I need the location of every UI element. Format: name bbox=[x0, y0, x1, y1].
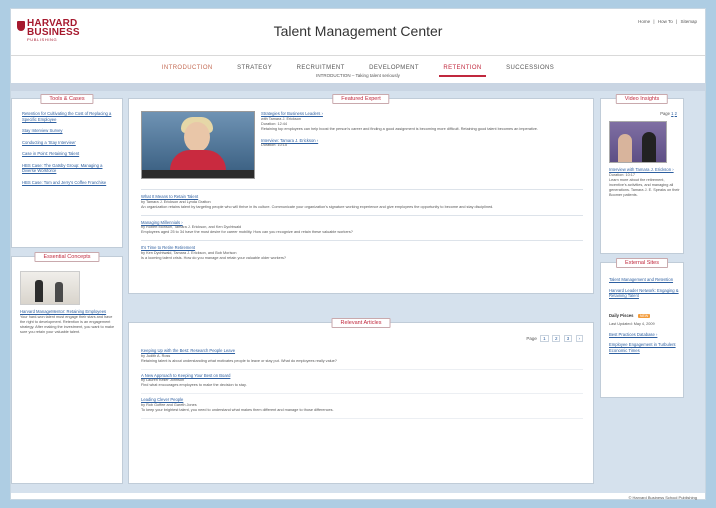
external-link[interactable]: Best Practices Database › bbox=[609, 332, 681, 338]
video-insights-panel: Video Insights Page 1 2 Interview with T… bbox=[600, 94, 684, 254]
video-description: Retaining top employees can help boost t… bbox=[261, 126, 538, 131]
tools-cases-panel: Tools & Cases Retention for Cultivating … bbox=[11, 94, 123, 248]
article-description: Find what encourages employees to make t… bbox=[141, 383, 247, 387]
page-label: Page bbox=[660, 111, 670, 116]
home-link[interactable]: Home bbox=[638, 19, 650, 24]
page-2-button[interactable]: 2 bbox=[675, 111, 677, 116]
footer: © Harvard Business School Publishing bbox=[628, 495, 697, 500]
concept-image[interactable] bbox=[20, 271, 80, 305]
panel-title: Relevant Articles bbox=[331, 318, 391, 328]
feature-updated: Last Updated: May 4, 2009 bbox=[609, 321, 655, 326]
daily-feature: Daily Pisces NEW Last Updated: May 4, 20… bbox=[609, 304, 681, 327]
tab-strategy[interactable]: STRATEGY bbox=[237, 61, 272, 71]
new-badge: NEW bbox=[637, 313, 651, 318]
list-item[interactable]: Stay Interview Survey bbox=[22, 128, 112, 134]
top-links: Home | How To | Sitemap bbox=[636, 19, 697, 24]
insight-link[interactable]: Interview with Tamara J. Erickson › bbox=[609, 167, 681, 173]
list-item[interactable]: Retention for Cultivating the Cost of Re… bbox=[22, 111, 112, 122]
pagination: Page 1 2 bbox=[660, 111, 677, 116]
tab-retention[interactable]: RETENTION bbox=[439, 61, 486, 77]
list-item[interactable]: HBS Case: Tom and Jerry's Coffee Franchi… bbox=[22, 180, 112, 186]
item-description: Is a looming talent crisis. How do you m… bbox=[141, 255, 286, 260]
feature-label[interactable]: Daily Pisces bbox=[609, 313, 633, 318]
panel-title: Video Insights bbox=[615, 94, 669, 104]
sitemap-link[interactable]: Sitemap bbox=[680, 19, 697, 24]
article-description: To keep your brightest talent, you need … bbox=[141, 407, 334, 412]
page-label: Page bbox=[526, 336, 537, 341]
featured-info: Strategies for Business Leaders › with T… bbox=[261, 111, 581, 148]
header: HARVARD BUSINESS PUBLISHING Talent Manag… bbox=[11, 9, 705, 49]
panel-title: Tools & Cases bbox=[40, 94, 94, 104]
tab-introduction[interactable]: INTRODUCTION bbox=[162, 61, 213, 71]
how-to-link[interactable]: How To bbox=[658, 19, 673, 24]
tab-successions[interactable]: SUCCESSIONS bbox=[506, 61, 554, 71]
external-link[interactable]: Employee Engagement in Turbulent Economi… bbox=[609, 342, 681, 353]
concept-body: Harvard ManageMentor: Retaining Employee… bbox=[20, 309, 116, 335]
list-item: Managing Millennials › by Robert Morison… bbox=[141, 214, 583, 241]
page-1-button[interactable]: 1 bbox=[540, 335, 549, 342]
tab-recruitment[interactable]: RECRUITMENT bbox=[297, 61, 345, 71]
next-page-button[interactable]: › bbox=[575, 335, 583, 342]
list-item: Leading Clever People by Rob Goffee and … bbox=[141, 394, 583, 419]
external-list: Talent Management and Retention Harvard … bbox=[609, 277, 681, 358]
page-3-button[interactable]: 3 bbox=[563, 335, 573, 342]
list-item: What It Means to Retain Talent by Tamara… bbox=[141, 189, 583, 215]
list-item: A New Approach to Keeping Your Best on B… bbox=[141, 370, 583, 394]
list-item: Keeping Up with the Best: Research Peopl… bbox=[141, 345, 583, 370]
item-description: Employees aged 25 to 34 have the most de… bbox=[141, 230, 353, 234]
list-item[interactable]: Conducting a 'Stay Interview' bbox=[22, 140, 112, 146]
article-description: Retaining talent is about understanding … bbox=[141, 358, 337, 363]
list-item: It's Time to Retire Retirement by Ken Dy… bbox=[141, 240, 583, 266]
video-player[interactable] bbox=[141, 111, 255, 179]
tab-development[interactable]: DEVELOPMENT bbox=[369, 61, 419, 71]
insight-text: Learn more about the retirement, incenti… bbox=[609, 177, 680, 197]
page-1-button[interactable]: 1 bbox=[671, 111, 673, 116]
divider-bar bbox=[11, 83, 705, 91]
external-link[interactable]: Harvard Leader Network: Engaging & Retai… bbox=[609, 288, 681, 299]
page-title: Talent Management Center bbox=[273, 23, 443, 39]
list-item[interactable]: HBS Case: The Gatsby Group: Managing a D… bbox=[22, 163, 112, 174]
concept-text: Your hard-won talent must engage their s… bbox=[20, 314, 115, 334]
tools-list: Retention for Cultivating the Cost of Re… bbox=[22, 111, 112, 191]
page-2-button[interactable]: 2 bbox=[551, 335, 561, 342]
item-description: An organization retains talent by target… bbox=[141, 204, 494, 209]
external-link[interactable]: Talent Management and Retention bbox=[609, 277, 681, 283]
separator: | bbox=[676, 19, 678, 24]
featured-list: What It Means to Retain Talent by Tamara… bbox=[141, 189, 583, 266]
person-figure bbox=[618, 134, 632, 162]
articles-list: Keeping Up with the Best: Research Peopl… bbox=[141, 345, 583, 419]
video-controls[interactable] bbox=[142, 170, 254, 178]
breadcrumb: INTRODUCTION – Taking talent seriously bbox=[316, 73, 400, 78]
panel-title: External Sites bbox=[616, 258, 668, 268]
essential-concepts-panel: Essential Concepts Harvard ManageMentor:… bbox=[11, 252, 123, 484]
insight-body: Interview with Tamara J. Erickson › Dura… bbox=[609, 167, 681, 198]
person-figure bbox=[642, 132, 656, 162]
audio-duration: Duration: 10:15 bbox=[261, 143, 287, 147]
person-figure bbox=[35, 280, 43, 302]
list-item[interactable]: Case in Point: Retaining Talent bbox=[22, 151, 112, 157]
video-thumbnail[interactable] bbox=[609, 121, 667, 163]
panel-title: Featured Expert bbox=[332, 94, 390, 104]
featured-expert-panel: Featured Expert Strategies for Business … bbox=[128, 94, 594, 294]
external-sites-panel: External Sites Talent Management and Ret… bbox=[600, 258, 684, 398]
main-nav: INTRODUCTION STRATEGY RECRUITMENT DEVELO… bbox=[11, 55, 705, 77]
panel-title: Essential Concepts bbox=[34, 252, 100, 262]
person-figure bbox=[55, 282, 63, 302]
relevant-articles-panel: Relevant Articles Page 1 2 3 › Keeping U… bbox=[128, 318, 594, 484]
speaker-face bbox=[184, 122, 210, 152]
pagination: Page 1 2 3 › bbox=[526, 335, 583, 342]
separator: | bbox=[653, 19, 655, 24]
concept-link[interactable]: Harvard ManageMentor: Retaining Employee… bbox=[20, 309, 116, 315]
